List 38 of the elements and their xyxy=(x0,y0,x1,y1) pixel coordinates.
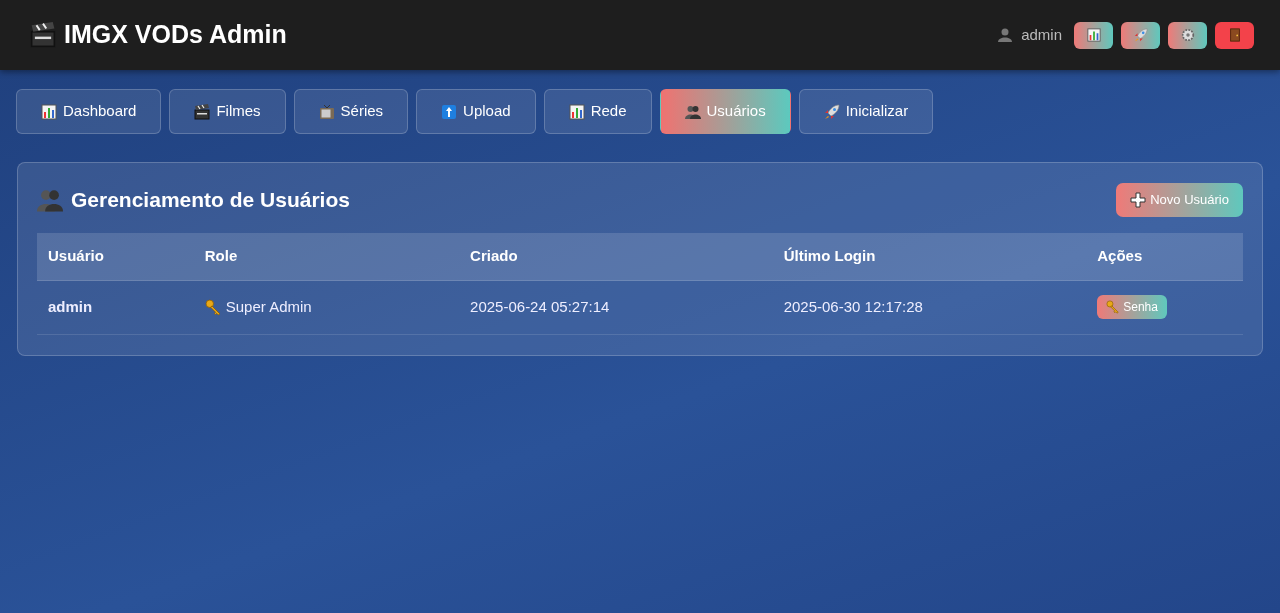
nav-tab[interactable]: Upload xyxy=(416,89,536,134)
logout-button[interactable] xyxy=(1215,21,1254,49)
nav-tab[interactable]: Séries xyxy=(293,89,409,134)
door-icon xyxy=(1227,28,1242,42)
key-icon xyxy=(1106,299,1121,314)
nav-tab[interactable]: Filmes xyxy=(169,89,286,134)
plus-icon xyxy=(1130,192,1147,208)
stats-button[interactable] xyxy=(1074,21,1113,49)
clapperboard-icon xyxy=(30,22,56,48)
rocket-icon xyxy=(823,103,840,120)
column-header: Role xyxy=(193,233,460,280)
chart-icon xyxy=(1086,28,1101,42)
nav-tab[interactable]: Rede xyxy=(543,89,652,134)
column-header: Ações xyxy=(1086,233,1243,280)
username: admin xyxy=(1021,24,1062,45)
key-icon xyxy=(204,298,222,316)
chart-icon xyxy=(41,103,57,120)
rocket-button[interactable] xyxy=(1121,21,1160,49)
clapperboard-icon xyxy=(194,103,211,120)
column-header: Criado xyxy=(459,233,773,280)
table-cell: 2025-06-30 12:17:28 xyxy=(772,280,1087,335)
tv-icon xyxy=(318,103,335,120)
app-title: IMGX VODs Admin xyxy=(64,19,287,51)
table-cell: admin xyxy=(37,280,194,335)
role-text: Super Admin xyxy=(225,297,312,317)
nav-tab[interactable]: Dashboard xyxy=(16,89,162,134)
panel-title: Gerenciamento de Usuários xyxy=(71,187,350,214)
gear-icon xyxy=(1180,28,1195,42)
table-cell: 2025-06-24 05:27:14 xyxy=(459,280,773,335)
nav-tab[interactable]: Inicializar xyxy=(798,89,934,134)
chart-icon xyxy=(568,103,585,120)
people-icon xyxy=(37,187,63,213)
rocket-icon xyxy=(1133,28,1148,42)
user-icon xyxy=(997,27,1014,43)
people-icon xyxy=(684,103,701,120)
column-header: Usuário xyxy=(37,233,194,280)
settings-button[interactable] xyxy=(1168,21,1207,49)
column-header: Último Login xyxy=(772,233,1087,280)
